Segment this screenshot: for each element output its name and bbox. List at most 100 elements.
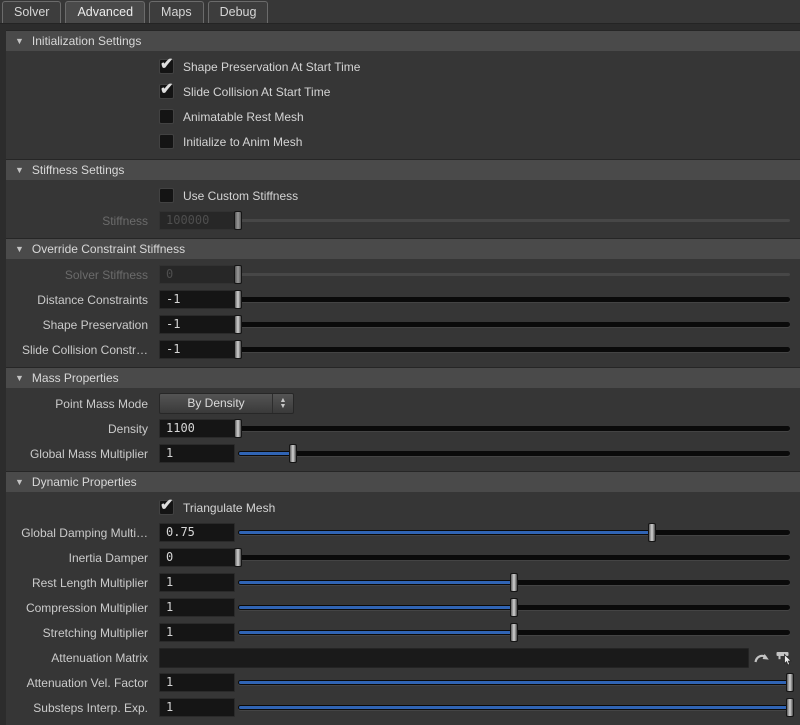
- slider-handle[interactable]: [234, 315, 242, 334]
- slider-solver-stiffness: [238, 262, 790, 287]
- checkbox-animatable-rest-mesh[interactable]: [159, 109, 174, 124]
- slider-handle[interactable]: [234, 340, 242, 359]
- slider-track[interactable]: [238, 555, 790, 560]
- slider-attenuation-vel-factor[interactable]: [238, 670, 790, 695]
- slider-distance-constraints[interactable]: [238, 287, 790, 312]
- field-compression-multiplier[interactable]: 1: [159, 598, 235, 617]
- slider-substeps-interp-exp[interactable]: [238, 695, 790, 720]
- param-row-use-custom-stiffness: Use Custom Stiffness: [6, 183, 800, 208]
- field-global-mass-multiplier[interactable]: 1: [159, 444, 235, 463]
- tab-advanced[interactable]: Advanced: [65, 1, 145, 23]
- field-density[interactable]: 1100: [159, 419, 235, 438]
- checkbox-triangulate-mesh[interactable]: ✔: [159, 500, 174, 515]
- tab-solver[interactable]: Solver: [2, 1, 61, 23]
- section-header-dynamic-properties[interactable]: ▼Dynamic Properties: [6, 471, 800, 492]
- checkbox-use-custom-stiffness[interactable]: [159, 188, 174, 203]
- slider-track: [238, 219, 790, 222]
- parameter-panel: SolverAdvancedMapsDebug ▼Initialization …: [0, 0, 800, 725]
- slider-fill: [239, 581, 513, 584]
- checkbox-label-animatable-rest-mesh: Animatable Rest Mesh: [183, 110, 304, 124]
- slider-track: [238, 273, 790, 276]
- field-inertia-damper[interactable]: 0: [159, 548, 235, 567]
- field-attenuation-matrix[interactable]: [159, 648, 749, 668]
- field-attenuation-vel-factor[interactable]: 1: [159, 673, 235, 692]
- checkbox-slide-collision-at-start-time[interactable]: ✔: [159, 84, 174, 99]
- param-label-distance-constraints: Distance Constraints: [6, 293, 156, 307]
- tab-maps[interactable]: Maps: [149, 1, 204, 23]
- slider-handle: [234, 211, 242, 230]
- param-label-shape-preservation: Shape Preservation: [6, 318, 156, 332]
- slider-handle[interactable]: [648, 523, 656, 542]
- param-row-stiffness: Stiffness100000: [6, 208, 800, 233]
- param-label-substeps-interp-exp: Substeps Interp. Exp.: [6, 701, 156, 715]
- param-label-global-mass-multiplier: Global Mass Multiplier: [6, 447, 156, 461]
- section-header-override-constraint-stiffness[interactable]: ▼Override Constraint Stiffness: [6, 238, 800, 259]
- slider-handle[interactable]: [786, 698, 794, 717]
- collapse-triangle-icon: ▼: [15, 478, 24, 487]
- slider-track[interactable]: [238, 347, 790, 352]
- param-row-density: Density1100: [6, 416, 800, 441]
- param-row-animatable-rest-mesh: Animatable Rest Mesh: [6, 104, 800, 129]
- section-header-initialization-settings[interactable]: ▼Initialization Settings: [6, 30, 800, 51]
- checkbox-shape-preservation-at-start-time[interactable]: ✔: [159, 59, 174, 74]
- field-distance-constraints[interactable]: -1: [159, 290, 235, 309]
- tab-debug[interactable]: Debug: [208, 1, 269, 23]
- param-label-stretching-multiplier: Stretching Multiplier: [6, 626, 156, 640]
- section-title: Override Constraint Stiffness: [32, 242, 185, 256]
- param-row-slide-collision-constr: Slide Collision Constr…-1: [6, 337, 800, 362]
- slider-shape-preservation[interactable]: [238, 312, 790, 337]
- slider-track[interactable]: [238, 297, 790, 302]
- field-solver-stiffness: 0: [159, 265, 235, 284]
- field-rest-length-multiplier[interactable]: 1: [159, 573, 235, 592]
- slider-track[interactable]: [238, 451, 790, 456]
- slider-compression-multiplier[interactable]: [238, 595, 790, 620]
- check-icon: ✔: [160, 79, 173, 99]
- slider-global-mass-multiplier[interactable]: [238, 441, 790, 466]
- checkbox-label-initialize-to-anim-mesh: Initialize to Anim Mesh: [183, 135, 302, 149]
- slider-inertia-damper[interactable]: [238, 545, 790, 570]
- param-label-density: Density: [6, 422, 156, 436]
- slider-fill: [239, 452, 292, 455]
- checkbox-label-shape-preservation-at-start-time: Shape Preservation At Start Time: [183, 60, 360, 74]
- param-row-point-mass-mode: Point Mass ModeBy Density▲▼: [6, 391, 800, 416]
- check-icon: ✔: [160, 54, 173, 74]
- param-label-slide-collision-constr: Slide Collision Constr…: [6, 343, 156, 357]
- collapse-triangle-icon: ▼: [15, 37, 24, 46]
- slider-slide-collision-constr[interactable]: [238, 337, 790, 362]
- select-value-point-mass-mode: By Density: [160, 394, 272, 413]
- param-label-attenuation-vel-factor: Attenuation Vel. Factor: [6, 676, 156, 690]
- node-picker-icon[interactable]: [774, 649, 793, 666]
- collapse-triangle-icon: ▼: [15, 166, 24, 175]
- section-header-mass-properties[interactable]: ▼Mass Properties: [6, 367, 800, 388]
- section-body-dynamic-properties: ✔Triangulate MeshGlobal Damping Multi…0.…: [6, 492, 800, 725]
- checkbox-initialize-to-anim-mesh[interactable]: [159, 134, 174, 149]
- slider-handle[interactable]: [289, 444, 297, 463]
- slider-track[interactable]: [238, 322, 790, 327]
- slider-rest-length-multiplier[interactable]: [238, 570, 790, 595]
- slider-handle[interactable]: [786, 673, 794, 692]
- slider-handle[interactable]: [234, 419, 242, 438]
- field-shape-preservation[interactable]: -1: [159, 315, 235, 334]
- param-label-stiffness: Stiffness: [6, 214, 156, 228]
- slider-handle[interactable]: [234, 548, 242, 567]
- collapse-triangle-icon: ▼: [15, 374, 24, 383]
- field-substeps-interp-exp[interactable]: 1: [159, 698, 235, 717]
- slider-global-damping-multi[interactable]: [238, 520, 790, 545]
- select-point-mass-mode[interactable]: By Density▲▼: [159, 393, 294, 414]
- slider-track[interactable]: [238, 426, 790, 431]
- slider-handle[interactable]: [510, 573, 518, 592]
- field-global-damping-multi[interactable]: 0.75: [159, 523, 235, 542]
- section-body-override-constraint-stiffness: Solver Stiffness0Distance Constraints-1S…: [6, 259, 800, 367]
- slider-density[interactable]: [238, 416, 790, 441]
- param-label-point-mass-mode: Point Mass Mode: [6, 397, 156, 411]
- slider-handle[interactable]: [234, 290, 242, 309]
- slider-stretching-multiplier[interactable]: [238, 620, 790, 645]
- slider-handle[interactable]: [510, 598, 518, 617]
- field-slide-collision-constr[interactable]: -1: [159, 340, 235, 359]
- field-stretching-multiplier[interactable]: 1: [159, 623, 235, 642]
- slider-handle[interactable]: [510, 623, 518, 642]
- param-label-compression-multiplier: Compression Multiplier: [6, 601, 156, 615]
- section-header-stiffness-settings[interactable]: ▼Stiffness Settings: [6, 159, 800, 180]
- param-label-rest-length-multiplier: Rest Length Multiplier: [6, 576, 156, 590]
- curved-arrow-icon[interactable]: [752, 649, 771, 666]
